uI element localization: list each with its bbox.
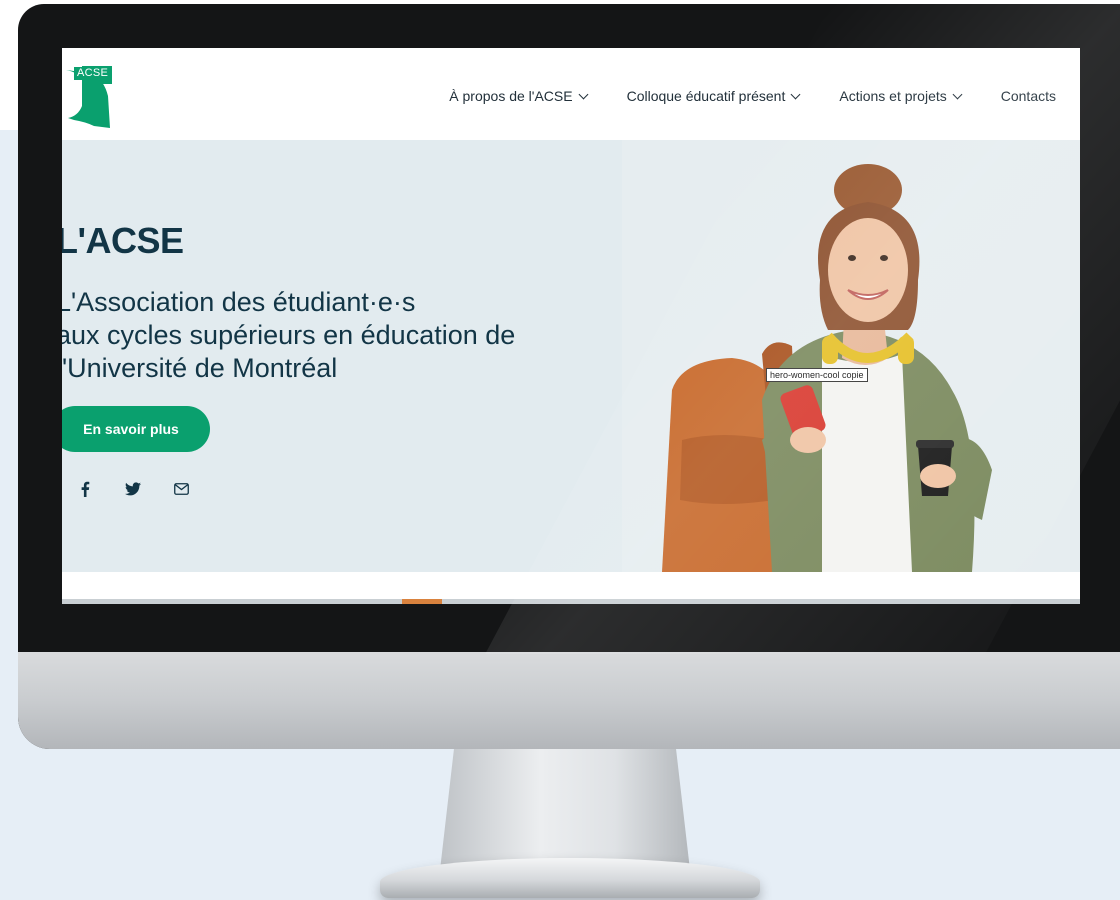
monitor-frame: ACSE À propos de l'ACSE Colloque éducati… [18, 4, 1120, 749]
nav-item-actions-projets[interactable]: Actions et projets [839, 88, 963, 104]
hero-subtitle-line: L'Association des étudiant·e·s [62, 287, 416, 317]
facebook-icon[interactable] [76, 480, 94, 498]
nav-item-contacts[interactable]: Contacts [1001, 88, 1056, 104]
nav-item-a-propos[interactable]: À propos de l'ACSE [449, 88, 589, 104]
nav-item-label: Colloque éducatif présent [626, 88, 786, 104]
monitor-stand-base [380, 858, 760, 898]
nav-item-label: À propos de l'ACSE [449, 88, 573, 104]
hero-subtitle-line: aux cycles supérieurs en éducation de [62, 320, 516, 350]
hero-subtitle: L'Association des étudiant·e·s aux cycle… [62, 286, 576, 385]
hero-photo [622, 140, 1080, 572]
hero-subtitle-line: l'Université de Montréal [62, 353, 338, 383]
hero-section: L'ACSE L'Association des étudiant·e·s au… [62, 140, 1080, 572]
twitter-icon[interactable] [124, 480, 142, 498]
logo-text: ACSE [74, 67, 112, 80]
monitor-screen: ACSE À propos de l'ACSE Colloque éducati… [62, 48, 1080, 604]
main-nav: À propos de l'ACSE Colloque éducatif pré… [449, 88, 1056, 104]
chevron-down-icon [578, 89, 589, 99]
image-caption: hero-women-cool copie [766, 368, 868, 382]
email-icon[interactable] [172, 480, 190, 498]
section-divider [62, 599, 1080, 604]
monitor-stand-neck [440, 740, 690, 870]
chevron-down-icon [952, 89, 963, 99]
nav-item-colloque[interactable]: Colloque éducatif présent [626, 88, 801, 104]
acse-logo[interactable]: ACSE [64, 66, 114, 128]
nav-item-label: Actions et projets [839, 88, 947, 104]
site-header: ACSE À propos de l'ACSE Colloque éducati… [62, 48, 1080, 140]
monitor-chin [18, 652, 1120, 749]
hero-title: L'ACSE [62, 220, 184, 261]
nav-item-label: Contacts [1000, 88, 1056, 104]
section-divider-accent [402, 599, 442, 604]
chevron-down-icon [790, 89, 801, 99]
social-links [76, 480, 190, 498]
learn-more-button[interactable]: En savoir plus [62, 406, 210, 452]
